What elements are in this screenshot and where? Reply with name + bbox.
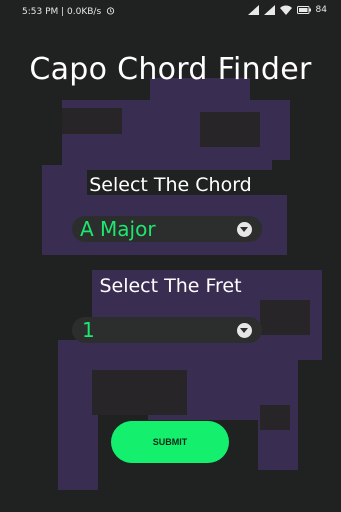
dropdown-arrow-icon[interactable] [237,222,252,237]
status-icons: 84 [247,5,327,15]
status-time-speed: 5:53 PM | 0.0KB/s [22,6,115,18]
signal-icon [247,5,259,15]
status-time: 5:53 PM | 0.0KB/s [22,7,102,17]
submit-button[interactable]: SUBMIT [111,421,229,463]
page-title: Capo Chord Finder [29,52,312,87]
dropdown-arrow-icon[interactable] [237,323,252,338]
chord-spinner[interactable]: A Major [72,216,262,242]
signal-icon [263,5,275,15]
fret-label: Select The Fret [99,275,242,297]
chord-selected-value: A Major [80,217,156,241]
fret-spinner[interactable]: 1 [72,317,262,343]
chord-label: Select The Chord [89,174,252,196]
alarm-icon [106,6,115,18]
battery-icon [296,6,311,14]
battery-level: 84 [315,5,327,15]
wifi-icon [279,5,292,15]
fret-selected-value: 1 [82,318,95,342]
status-bar: 5:53 PM | 0.0KB/s 84 [0,0,341,22]
